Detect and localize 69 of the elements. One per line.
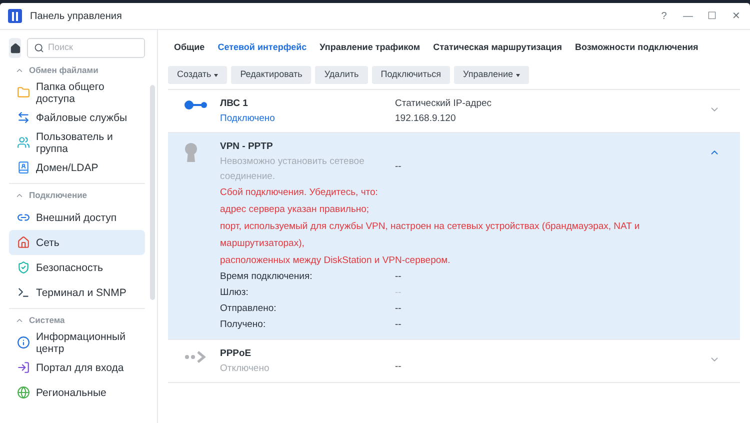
help-button[interactable]: ?: [658, 8, 670, 24]
interface-row[interactable]: [168, 133, 740, 340]
house-icon: [17, 236, 30, 249]
minimize-button[interactable]: —: [682, 8, 694, 24]
interface-detail: 192.168.9.120: [395, 112, 457, 126]
interface-detail: Статический IP-адрес: [395, 97, 492, 111]
caret-icon: [214, 74, 218, 76]
address-book-icon: [17, 161, 30, 174]
error-text: Сбой подключения. Убедитесь, что:: [220, 186, 379, 200]
tab[interactable]: Статическая маршрутизация: [433, 41, 562, 55]
tab[interactable]: Управление трафиком: [320, 41, 420, 55]
shield-icon: [17, 261, 30, 274]
globe-icon: [17, 386, 30, 399]
sidebar-item[interactable]: Региональные: [9, 380, 145, 405]
users-icon: [17, 136, 30, 149]
field-value: --: [395, 318, 402, 332]
toolbar-button[interactable]: Подключиться: [372, 66, 450, 84]
sidebar-item[interactable]: Внешний доступ: [9, 205, 145, 230]
search-icon: [34, 43, 44, 53]
info-icon: [17, 336, 30, 349]
interface-row[interactable]: PPPoE Отключено --: [168, 340, 740, 383]
field-label: Получено:: [220, 318, 267, 332]
sidebar-item[interactable]: Файловые службы: [9, 105, 145, 130]
interface-status: Подключено: [220, 112, 276, 126]
sidebar-item[interactable]: Терминал и SNMP: [9, 280, 145, 305]
tab[interactable]: Общие: [174, 41, 205, 55]
caret-icon: [516, 74, 520, 76]
scrollbar-thumb[interactable]: [150, 85, 155, 300]
field-value: --: [395, 286, 402, 300]
close-button[interactable]: ✕: [730, 8, 742, 24]
sidebar-item[interactable]: Безопасность: [9, 255, 145, 280]
error-text: расположенных между DiskStation и VPN-сервером.: [220, 254, 452, 268]
tab[interactable]: Сетевой интерфейс: [218, 41, 307, 55]
folder-icon: [17, 86, 30, 99]
home-button[interactable]: [9, 38, 21, 58]
sidebar-item[interactable]: Информационный центр: [9, 330, 145, 355]
error-text: адрес сервера указан правильно;: [220, 203, 370, 217]
toolbar-button[interactable]: Редактировать: [231, 66, 312, 84]
dotted-arrow-icon: [184, 350, 208, 364]
search-field[interactable]: Поиск: [27, 38, 145, 58]
sidebar-item[interactable]: Пользователь и группа: [9, 130, 145, 155]
interface-status: Невозможно установить сетевое соединение.: [220, 155, 366, 184]
window-title: Панель управления: [30, 10, 122, 24]
control-panel-icon: [8, 9, 22, 23]
sidebar-item[interactable]: Портал для входа: [9, 355, 145, 380]
interface-status: Отключено: [220, 362, 270, 376]
field-label: Отправлено:: [220, 302, 278, 316]
keyhole-icon: [184, 143, 198, 163]
field-label: Шлюз:: [220, 286, 250, 300]
field-label: Время подключения:: [220, 270, 314, 284]
sidebar-item[interactable]: Сеть: [9, 230, 145, 255]
tab[interactable]: Возможности подключения: [574, 41, 698, 55]
sidebar-item[interactable]: Папка общего доступа: [9, 80, 145, 105]
sidebar-item[interactable]: Домен/LDAP: [9, 155, 145, 180]
field-value: --: [395, 270, 402, 284]
terminal-icon: [17, 286, 30, 299]
toolbar-button[interactable]: Управление: [454, 66, 530, 84]
toolbar-button[interactable]: Создать: [168, 66, 228, 84]
search-input[interactable]: Поиск: [48, 41, 138, 55]
field-value: --: [395, 302, 402, 316]
transfer-icon: [17, 111, 30, 124]
maximize-button[interactable]: ☐: [706, 8, 718, 24]
login-icon: [17, 361, 30, 374]
toolbar-button[interactable]: Удалить: [315, 66, 368, 84]
interface-name: ЛВС 1: [220, 97, 249, 111]
interface-detail: --: [395, 160, 402, 174]
interface-name: VPN - PPTP: [220, 140, 274, 154]
interface-name: PPPoE: [220, 347, 252, 361]
interface-detail: --: [395, 360, 402, 374]
